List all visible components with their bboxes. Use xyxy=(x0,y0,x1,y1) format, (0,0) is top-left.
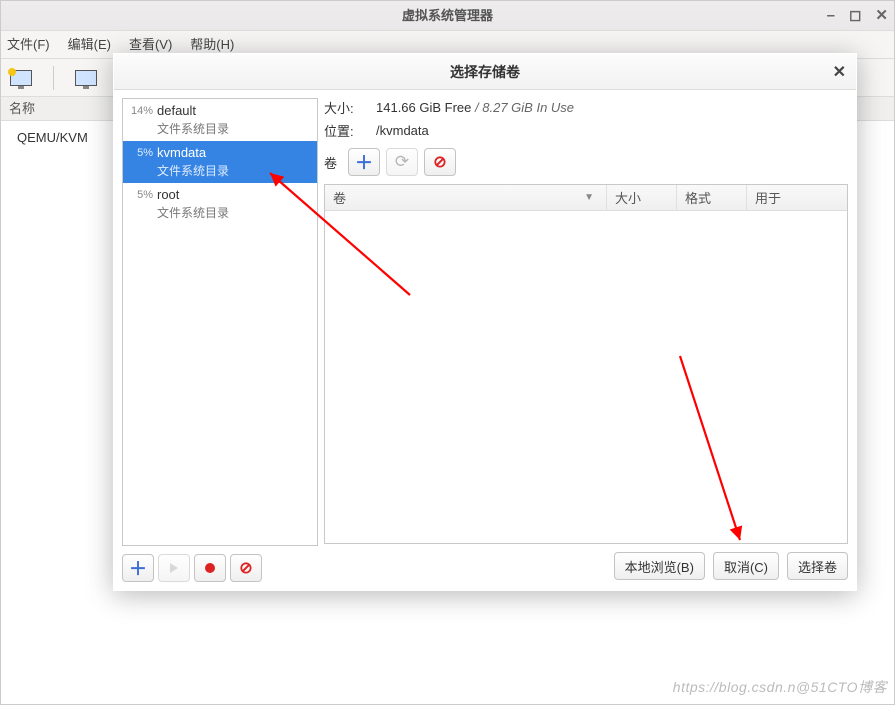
stop-pool-button[interactable] xyxy=(194,554,226,582)
cancel-button[interactable]: 取消(C) xyxy=(713,552,779,580)
pool-item-default[interactable]: 14% default 文件系统目录 xyxy=(123,99,317,141)
volume-toolbar: 卷 ＋ ⟳ ⊘ xyxy=(324,148,848,176)
browse-local-button[interactable]: 本地浏览(B) xyxy=(614,552,705,580)
path-value: /kvmdata xyxy=(376,123,429,138)
new-vm-icon[interactable] xyxy=(7,66,35,90)
main-title: 虚拟系统管理器 xyxy=(402,8,493,23)
pool-pct: 5% xyxy=(127,187,157,201)
tree-header-label: 名称 xyxy=(9,101,35,116)
add-pool-button[interactable]: ＋ xyxy=(122,554,154,582)
delete-volume-button[interactable]: ⊘ xyxy=(424,148,456,176)
delete-pool-button[interactable]: ⊘ xyxy=(230,554,262,582)
size-label: 大小: xyxy=(324,98,364,117)
volume-label: 卷 xyxy=(324,153,342,172)
col-volume[interactable]: 卷 ▼ xyxy=(325,185,607,210)
pool-sub: 文件系统目录 xyxy=(157,162,311,179)
pool-sub: 文件系统目录 xyxy=(157,120,311,137)
pool-name: kvmdata xyxy=(157,145,311,160)
pool-pct: 5% xyxy=(127,145,157,159)
size-free: 141.66 GiB Free xyxy=(376,100,471,115)
open-vm-icon[interactable] xyxy=(72,66,100,90)
pool-item-root[interactable]: 5% root 文件系统目录 xyxy=(123,183,317,225)
start-pool-button[interactable] xyxy=(158,554,190,582)
size-row: 大小: 141.66 GiB Free / 8.27 GiB In Use xyxy=(324,98,848,117)
stop-icon xyxy=(205,563,215,573)
refresh-volume-button[interactable]: ⟳ xyxy=(386,148,418,176)
play-icon xyxy=(170,563,178,573)
dialog-close-icon[interactable]: ✕ xyxy=(833,62,846,82)
pool-name: root xyxy=(157,187,311,202)
pool-pct: 14% xyxy=(127,103,157,117)
minimize-icon[interactable]: – xyxy=(827,1,835,31)
pool-list: 14% default 文件系统目录 5% kvmdata 文件系统目录 5% xyxy=(122,98,318,546)
storage-volume-dialog: 选择存储卷 ✕ 14% default 文件系统目录 5% kvmdata 文件… xyxy=(113,53,857,591)
choose-volume-button[interactable]: 选择卷 xyxy=(787,552,848,580)
dialog-title: 选择存储卷 xyxy=(114,62,856,82)
size-sep: / xyxy=(475,100,479,115)
volume-table-header: 卷 ▼ 大小 格式 用于 xyxy=(325,185,847,211)
pool-column: 14% default 文件系统目录 5% kvmdata 文件系统目录 5% xyxy=(122,98,318,582)
sort-desc-icon: ▼ xyxy=(584,192,594,203)
path-label: 位置: xyxy=(324,121,364,140)
close-icon[interactable]: ✕ xyxy=(875,1,888,31)
plus-icon: ＋ xyxy=(355,149,373,175)
volume-table: 卷 ▼ 大小 格式 用于 xyxy=(324,184,848,544)
col-volume-label: 卷 xyxy=(333,188,346,207)
add-volume-button[interactable]: ＋ xyxy=(348,148,380,176)
main-titlebar: 虚拟系统管理器 – ◻ ✕ xyxy=(1,1,894,31)
menu-file[interactable]: 文件(F) xyxy=(7,31,50,58)
pool-sub: 文件系统目录 xyxy=(157,204,311,221)
maximize-icon[interactable]: ◻ xyxy=(849,1,861,31)
dialog-footer: 本地浏览(B) 取消(C) 选择卷 xyxy=(324,548,848,582)
plus-icon: ＋ xyxy=(129,555,147,581)
pool-item-kvmdata[interactable]: 5% kvmdata 文件系统目录 xyxy=(123,141,317,183)
pool-name: default xyxy=(157,103,311,118)
path-row: 位置: /kvmdata xyxy=(324,121,848,140)
col-format[interactable]: 格式 xyxy=(677,185,747,210)
dialog-titlebar: 选择存储卷 ✕ xyxy=(114,54,856,90)
size-used: 8.27 GiB In Use xyxy=(482,100,574,115)
watermark: https://blog.csdn.n@51CTO博客 xyxy=(673,677,887,697)
detail-column: 大小: 141.66 GiB Free / 8.27 GiB In Use 位置… xyxy=(324,98,848,582)
refresh-icon: ⟳ xyxy=(395,152,409,172)
col-usedfor[interactable]: 用于 xyxy=(747,185,847,210)
pool-buttons: ＋ ⊘ xyxy=(122,554,318,582)
delete-icon: ⊘ xyxy=(433,152,446,172)
menu-edit[interactable]: 编辑(E) xyxy=(68,31,111,58)
col-size[interactable]: 大小 xyxy=(607,185,677,210)
delete-icon: ⊘ xyxy=(239,558,252,578)
